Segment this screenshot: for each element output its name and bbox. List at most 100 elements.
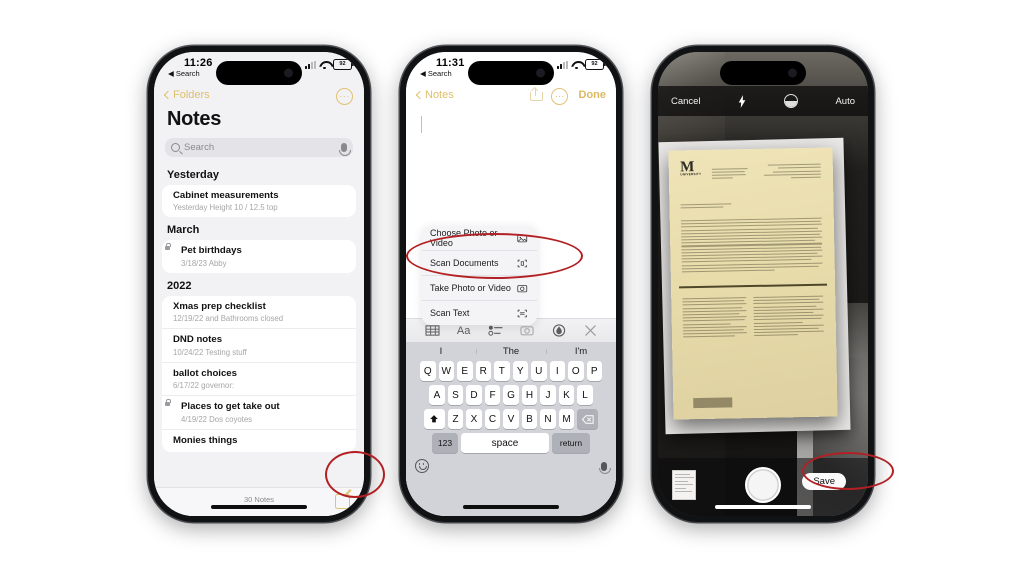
scanner-camera-screen: M UNIVERSITY Cancel Auto Save [658,52,868,516]
delete-icon[interactable] [577,409,599,429]
lock-icon [165,243,171,251]
more-options-button[interactable]: ··· [336,88,353,105]
status-back-label: ◀ Search [420,69,452,78]
note-editor-screen: 11:31 ◀ Search 92 Notes ··· Done Choose … [406,52,616,516]
attachment-menu[interactable]: Choose Photo or Video Scan Documents Tak… [422,226,537,325]
keyboard-row-4: 123 space return [406,433,616,453]
cellular-signal-icon [557,60,568,69]
cancel-button[interactable]: Cancel [671,96,701,107]
document-column-left [682,297,747,341]
status-back-label: ◀ Search [168,69,200,78]
search-placeholder: Search [184,142,215,153]
key-p[interactable]: P [586,361,602,381]
microphone-icon[interactable] [599,461,611,474]
key-v[interactable]: V [503,409,519,429]
camera-icon[interactable] [520,324,535,337]
key-i[interactable]: I [549,361,565,381]
key-y[interactable]: Y [512,361,528,381]
capture-mode-button[interactable]: Auto [835,96,855,107]
key-z[interactable]: Z [447,409,464,429]
key-j[interactable]: J [540,385,556,405]
back-to-folders-button[interactable]: Folders [163,89,210,101]
search-input[interactable]: Search [165,138,353,157]
flash-icon[interactable] [738,94,746,108]
close-icon[interactable] [584,324,597,337]
prediction-1[interactable]: I [406,346,476,357]
key-t[interactable]: T [494,361,510,381]
key-l[interactable]: L [577,385,593,405]
markup-pen-icon[interactable] [552,324,567,337]
shift-icon[interactable] [423,409,445,429]
key-e[interactable]: E [457,361,473,381]
document-text-block [758,164,821,181]
section-heading: 2022 [167,279,192,292]
microphone-icon[interactable] [339,143,351,156]
compose-icon[interactable] [335,494,350,509]
notes-group: Cabinet measurements Yesterday Height 10… [162,185,356,218]
color-filter-icon[interactable] [783,94,798,108]
home-indicator[interactable] [211,505,307,509]
note-subtitle: 3/18/23 Abby [181,258,227,268]
menu-item-scan-documents[interactable]: Scan Documents [422,250,537,275]
back-to-notes-button[interactable]: Notes [415,89,454,101]
notes-list[interactable]: Yesterday Cabinet measurements Yesterday… [154,162,364,488]
key-a[interactable]: A [429,385,445,405]
list-item[interactable]: Monies things [162,428,356,452]
menu-item-take-photo[interactable]: Take Photo or Video [422,275,537,300]
menu-item-label: Scan Text [430,308,470,318]
return-key[interactable]: return [552,433,590,453]
home-indicator[interactable] [715,505,811,509]
key-g[interactable]: G [503,385,519,405]
key-f[interactable]: F [484,385,501,405]
text-format-icon[interactable]: Aa [457,325,470,337]
key-h[interactable]: H [521,385,538,405]
table-icon[interactable] [425,324,440,337]
numbers-key[interactable]: 123 [432,433,458,453]
prediction-2[interactable]: The [476,346,546,357]
key-s[interactable]: S [447,385,464,405]
list-item[interactable]: DND notes 10/24/22 Testing stuff [162,328,356,361]
key-r[interactable]: R [475,361,491,381]
home-indicator[interactable] [463,505,559,509]
folders-label: Folders [173,89,210,101]
shutter-button[interactable] [745,467,781,503]
menu-item-scan-text[interactable]: Scan Text [422,300,537,325]
list-item[interactable]: Places to get take out 4/19/22 Dos coyot… [162,395,356,428]
list-item[interactable]: Cabinet measurements Yesterday Height 10… [162,185,356,217]
onscreen-keyboard[interactable]: I The I'm Q W E R T Y U I O P A S D F G … [406,342,616,516]
key-c[interactable]: C [484,409,501,429]
list-item[interactable]: ballot choices 6/17/22 governor: [162,361,356,395]
scan-thumbnail[interactable] [672,470,696,500]
editor-navbar: Notes ··· Done [406,86,616,110]
prediction-3[interactable]: I'm [546,346,616,357]
keyboard-row-1: Q W E R T Y U I O P [406,361,616,381]
emoji-icon[interactable] [415,459,429,473]
note-title: Cabinet measurements [173,190,279,201]
key-q[interactable]: Q [420,361,436,381]
key-u[interactable]: U [531,361,547,381]
save-button[interactable]: Save [802,473,846,490]
document-column-right [752,296,824,339]
notes-group: Xmas prep checklist 12/19/22 and Bathroo… [162,295,356,452]
key-o[interactable]: O [568,361,584,381]
key-d[interactable]: D [466,385,482,405]
key-k[interactable]: K [558,385,575,405]
list-item[interactable]: Xmas prep checklist 12/19/22 and Bathroo… [162,296,356,328]
list-item[interactable]: Pet birthdays 3/18/23 Abby [162,240,356,272]
predictive-text-bar[interactable]: I The I'm [406,342,616,361]
key-n[interactable]: N [540,409,556,429]
done-button[interactable]: Done [579,89,607,101]
menu-item-label: Choose Photo or Video [430,228,498,248]
battery-icon: 92 [333,59,354,70]
checklist-icon[interactable] [487,324,503,337]
menu-item-choose-photo[interactable]: Choose Photo or Video [422,226,537,250]
chevron-left-icon [163,90,173,100]
key-w[interactable]: W [438,361,454,381]
phone-document-scanner: M UNIVERSITY Cancel Auto Save [652,46,874,522]
space-key[interactable]: space [461,433,549,453]
more-options-button[interactable]: ··· [551,88,568,105]
key-b[interactable]: B [521,409,538,429]
key-x[interactable]: X [466,409,482,429]
share-icon[interactable] [530,88,543,101]
key-m[interactable]: M [558,409,575,429]
